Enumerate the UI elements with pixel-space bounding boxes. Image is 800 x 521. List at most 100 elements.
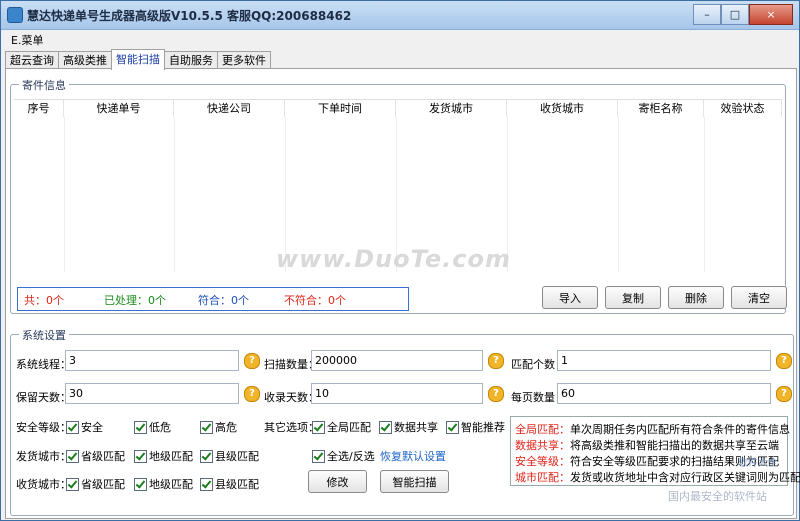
column-header[interactable]: 发货城市 xyxy=(396,100,507,117)
help-icon[interactable]: ? xyxy=(776,353,792,369)
close-button[interactable]: × xyxy=(749,4,793,25)
stat-total: 共：0个 xyxy=(24,294,64,307)
restore-default-link[interactable]: 恢复默认设置 xyxy=(380,448,446,464)
checkbox-label: 低危 xyxy=(149,421,171,434)
tab-self-service[interactable]: 自助服务 xyxy=(164,51,218,69)
check-icon xyxy=(66,449,79,463)
recv-city-label: 收货城市： xyxy=(16,478,71,491)
other-options-label: 其它选项： xyxy=(264,421,319,434)
global-match-checkbox[interactable]: 全局匹配 xyxy=(312,419,371,435)
checkbox-label: 省级匹配 xyxy=(81,478,125,491)
data-share-checkbox[interactable]: 数据共享 xyxy=(379,419,438,435)
stat-nomatch: 不符合：0个 xyxy=(284,294,346,307)
match-count-input[interactable]: 1 xyxy=(557,350,771,371)
help-icon[interactable]: ? xyxy=(488,386,504,402)
help-icon[interactable]: ? xyxy=(244,353,260,369)
clear-button[interactable]: 清空 xyxy=(731,286,787,309)
security-label: 安全等级： xyxy=(16,421,71,434)
check-icon xyxy=(134,420,147,434)
system-settings-legend: 系统设置 xyxy=(19,327,69,343)
menu-bar: E.菜单 xyxy=(1,30,799,48)
recv-city-checkbox[interactable]: 地级匹配 xyxy=(134,476,193,492)
check-icon xyxy=(200,449,213,463)
column-header[interactable]: 快递单号 xyxy=(64,100,174,117)
check-icon xyxy=(66,477,79,491)
check-icon xyxy=(446,420,459,434)
ship-city-checkbox[interactable]: 地级匹配 xyxy=(134,448,193,464)
check-icon xyxy=(200,477,213,491)
app-icon xyxy=(7,7,23,23)
watermark-corner: 软件大全 xyxy=(738,458,778,469)
threads-label: 系统线程： xyxy=(16,358,71,371)
column-header[interactable]: 快递公司 xyxy=(174,100,285,117)
stat-processed: 已处理：0个 xyxy=(104,294,166,307)
check-icon xyxy=(312,449,325,463)
window-controls: – □ × xyxy=(693,4,793,25)
info-panel: 全局匹配：单次周期任务内匹配所有符合条件的寄件信息 数据共享：将高级类推和智能扫… xyxy=(510,416,800,486)
column-header[interactable]: 寄柜名称 xyxy=(618,100,704,117)
checkbox-label: 地级匹配 xyxy=(149,450,193,463)
info-row: 城市匹配：发货或收货地址中含对应行政区关键词则为匹配 xyxy=(515,471,800,484)
checkbox-label: 智能推荐 xyxy=(461,421,505,434)
check-icon xyxy=(312,420,325,434)
column-header[interactable]: 序号 xyxy=(14,100,64,117)
ship-county-checkbox[interactable]: 县级匹配 xyxy=(200,448,259,464)
table-header: 序号 快递单号 快递公司 下单时间 发货城市 收货城市 寄柜名称 效验状态 xyxy=(14,100,782,117)
delete-button[interactable]: 删除 xyxy=(668,286,724,309)
title-bar[interactable]: 慧达快递单号生成器高级版V10.5.5 客服QQ:200688462 – □ × xyxy=(1,1,799,30)
maximize-button[interactable]: □ xyxy=(721,4,749,25)
checkbox-label: 全局匹配 xyxy=(327,421,371,434)
select-all-checkbox[interactable]: 全选/反选 xyxy=(312,448,375,464)
help-icon[interactable]: ? xyxy=(244,386,260,402)
keep-days-input[interactable]: 30 xyxy=(65,383,239,404)
menu-main[interactable]: E.菜单 xyxy=(11,32,43,48)
tab-more-software[interactable]: 更多软件 xyxy=(217,51,271,69)
threads-input[interactable]: 3 xyxy=(65,350,239,371)
tab-smart-scan[interactable]: 智能扫描 xyxy=(111,49,165,70)
help-icon[interactable]: ? xyxy=(776,386,792,402)
recv-province-checkbox[interactable]: 省级匹配 xyxy=(66,476,125,492)
tab-advanced-infer[interactable]: 高级类推 xyxy=(58,51,112,69)
stats-panel: 共：0个 已处理：0个 符合：0个 不符合：0个 xyxy=(17,287,409,311)
smart-recommend-checkbox[interactable]: 智能推荐 xyxy=(446,419,505,435)
column-header[interactable]: 收货城市 xyxy=(507,100,618,117)
record-days-input[interactable]: 10 xyxy=(311,383,483,404)
table-column xyxy=(618,117,705,272)
scan-count-input[interactable]: 200000 xyxy=(311,350,483,371)
smart-scan-button[interactable]: 智能扫描 xyxy=(380,470,449,493)
checkbox-label: 数据共享 xyxy=(394,421,438,434)
checkbox-label: 安全 xyxy=(81,421,103,434)
checkbox-label: 县级匹配 xyxy=(215,478,259,491)
help-icon[interactable]: ? xyxy=(488,353,504,369)
checkbox-label: 县级匹配 xyxy=(215,450,259,463)
tab-cloud-query[interactable]: 超云查询 xyxy=(5,51,59,69)
check-icon xyxy=(134,477,147,491)
table-column xyxy=(64,117,175,272)
window-title: 慧达快递单号生成器高级版V10.5.5 客服QQ:200688462 xyxy=(27,9,352,23)
mail-info-group: 寄件信息 序号 快递单号 快递公司 下单时间 发货城市 收货城市 寄柜名称 效验… xyxy=(10,77,787,314)
check-icon xyxy=(134,449,147,463)
minimize-button[interactable]: – xyxy=(693,4,721,25)
modify-button[interactable]: 修改 xyxy=(308,470,367,493)
keep-days-label: 保留天数： xyxy=(16,391,71,404)
page-count-input[interactable]: 60 xyxy=(557,383,771,404)
ship-city-label: 发货城市： xyxy=(16,450,71,463)
recv-county-checkbox[interactable]: 县级匹配 xyxy=(200,476,259,492)
info-row: 全局匹配：单次周期任务内匹配所有符合条件的寄件信息 xyxy=(515,423,790,436)
tab-page: 寄件信息 序号 快递单号 快递公司 下单时间 发货城市 收货城市 寄柜名称 效验… xyxy=(5,68,800,519)
table-column xyxy=(507,117,619,272)
security-low-checkbox[interactable]: 低危 xyxy=(134,419,171,435)
tab-strip: 超云查询 高级类推 智能扫描 自助服务 更多软件 xyxy=(5,49,271,70)
security-high-checkbox[interactable]: 高危 xyxy=(200,419,237,435)
watermark: www.DuoTe.com xyxy=(276,245,511,273)
table-column xyxy=(14,117,65,272)
import-button[interactable]: 导入 xyxy=(542,286,598,309)
mail-info-legend: 寄件信息 xyxy=(19,77,69,93)
column-header[interactable]: 下单时间 xyxy=(285,100,396,117)
stat-match: 符合：0个 xyxy=(198,294,249,307)
ship-province-checkbox[interactable]: 省级匹配 xyxy=(66,448,125,464)
copy-button[interactable]: 复制 xyxy=(605,286,661,309)
security-safe-checkbox[interactable]: 安全 xyxy=(66,419,103,435)
checkbox-label: 省级匹配 xyxy=(81,450,125,463)
column-header[interactable]: 效验状态 xyxy=(704,100,782,117)
